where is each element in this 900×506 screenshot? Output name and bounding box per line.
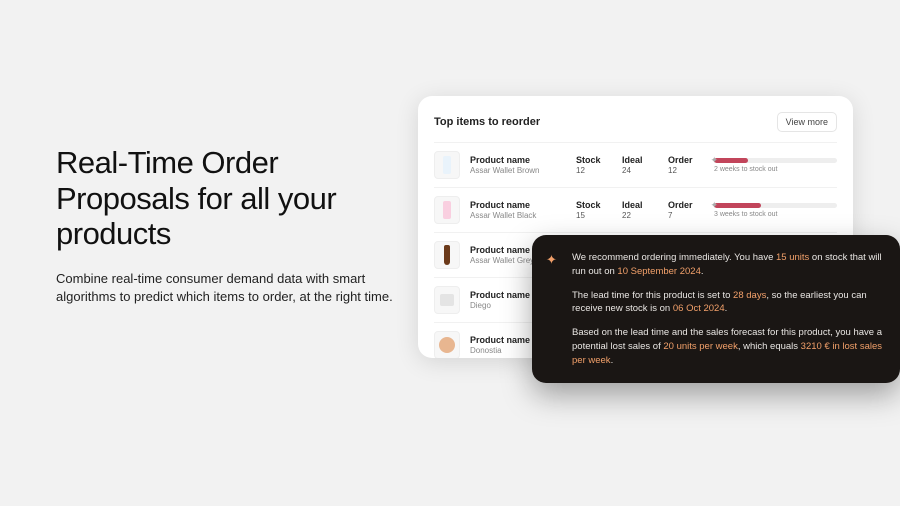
stockout-caption: 3 weeks to stock out — [714, 211, 837, 218]
ideal-value: 22 — [622, 211, 658, 221]
tooltip-line-1: We recommend ordering immediately. You h… — [572, 251, 882, 279]
product-name: Assar Wallet Black — [470, 211, 566, 221]
product-thumb — [434, 196, 460, 224]
col-product-header: Product name — [470, 155, 566, 166]
tooltip-line-2: The lead time for this product is set to… — [572, 289, 882, 317]
order-value: 12 — [668, 166, 704, 176]
view-more-button[interactable]: View more — [777, 112, 837, 132]
stock-value: 15 — [576, 211, 612, 221]
col-ideal-header: Ideal — [622, 155, 658, 166]
order-value: 7 — [668, 211, 704, 221]
stockout-bar — [714, 158, 837, 163]
table-row[interactable]: Product name Assar Wallet Brown Stock 12… — [434, 142, 837, 187]
product-name: Assar Wallet Brown — [470, 166, 566, 176]
product-thumb — [434, 331, 460, 358]
product-thumb — [434, 241, 460, 269]
ideal-value: 24 — [622, 166, 658, 176]
recommendation-tooltip: ✦ We recommend ordering immediately. You… — [532, 235, 900, 383]
col-stock-header: Stock — [576, 155, 612, 166]
table-row[interactable]: Product name Assar Wallet Black Stock 15… — [434, 187, 837, 232]
col-order-header: Order — [668, 155, 704, 166]
col-product-header: Product name — [470, 200, 566, 211]
product-thumb — [434, 286, 460, 314]
stockout-bar — [714, 203, 837, 208]
col-stock-header: Stock — [576, 200, 612, 211]
page-subcopy: Combine real-time consumer demand data w… — [56, 270, 396, 306]
card-title: Top items to reorder — [434, 116, 540, 128]
sparkle-icon: ✦ — [710, 155, 718, 166]
product-thumb — [434, 151, 460, 179]
col-order-header: Order — [668, 200, 704, 211]
sparkle-icon: ✦ — [710, 200, 718, 211]
page-headline: Real-Time Order Proposals for all your p… — [56, 145, 396, 252]
stockout-caption: 2 weeks to stock out — [714, 166, 837, 173]
tooltip-line-3: Based on the lead time and the sales for… — [572, 326, 882, 367]
sparkle-icon: ✦ — [546, 251, 557, 270]
stock-value: 12 — [576, 166, 612, 176]
col-ideal-header: Ideal — [622, 200, 658, 211]
